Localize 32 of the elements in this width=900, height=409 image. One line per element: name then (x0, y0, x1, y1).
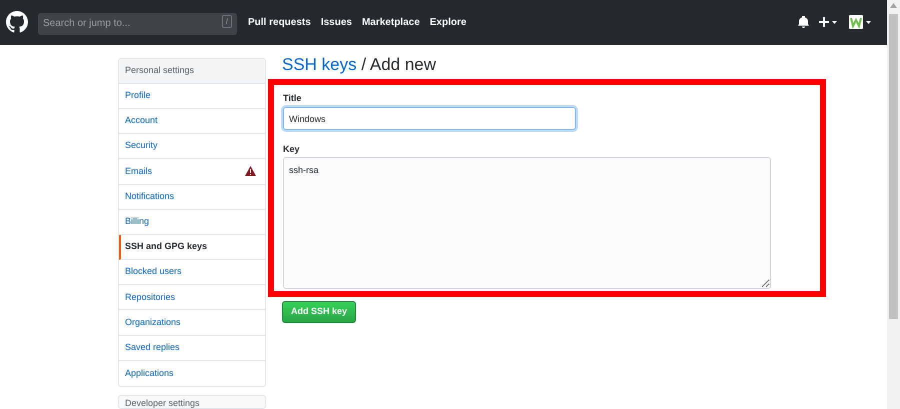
menu-heading: Developer settings (125, 398, 200, 408)
menu-item[interactable]: Billing (119, 210, 265, 235)
key-text-area[interactable]: ssh-rsa (283, 157, 771, 290)
menu-item[interactable]: Notifications (119, 184, 265, 210)
avatar-dropdown-icon[interactable] (849, 14, 871, 30)
title-input-field[interactable]: Windows (283, 107, 576, 130)
page-title: / Add new (361, 54, 436, 74)
nav-link[interactable]: Issues (320, 14, 352, 30)
plus-dropdown-icon[interactable] (819, 16, 837, 28)
menu-item[interactable]: Profile (119, 84, 265, 109)
scrollbar-thumb[interactable] (889, 14, 898, 319)
nav-link[interactable]: Pull requests (248, 14, 311, 30)
menu-item[interactable]: Security (119, 134, 265, 160)
field-label: Title (283, 92, 302, 105)
field-label: Key (283, 143, 301, 156)
menu-item[interactable]: Applications (119, 360, 265, 386)
warning-icon (245, 166, 256, 176)
notification-bell-icon[interactable] (798, 16, 809, 28)
menu-item[interactable]: SSH and GPG keys (119, 234, 265, 260)
menu-item[interactable]: Organizations (119, 310, 265, 336)
menu-item[interactable]: Blocked users (119, 260, 265, 286)
shortcut-key: / (222, 15, 232, 28)
menu-item[interactable]: Emails (119, 159, 265, 184)
nav-link[interactable]: Explore (430, 14, 466, 30)
scrollbar[interactable] (887, 0, 900, 409)
breadcrumb-link[interactable]: SSH keys (282, 54, 357, 74)
menu-item[interactable]: Repositories (119, 285, 265, 310)
menu-heading: Personal settings (119, 58, 265, 84)
menu-item[interactable]: Saved replies (119, 336, 265, 361)
menu-item[interactable]: Account (119, 108, 265, 134)
nav-link[interactable]: Marketplace (362, 14, 420, 30)
logo-icon[interactable] (6, 11, 28, 34)
